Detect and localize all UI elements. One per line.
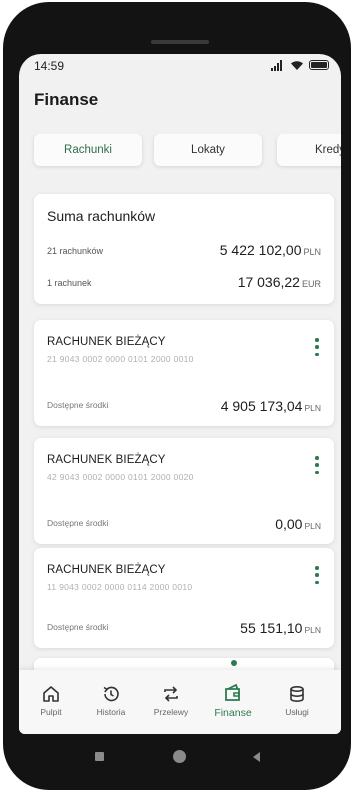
status-bar: 14:59 <box>19 54 341 78</box>
balance-value: 4 905 173,04 <box>220 398 303 414</box>
balance-currency: PLN <box>304 403 321 413</box>
status-time: 14:59 <box>34 59 65 73</box>
recent-apps-icon[interactable] <box>95 752 104 761</box>
wifi-icon <box>291 60 303 70</box>
transfer-icon <box>164 686 178 702</box>
summary-amount-value: 5 422 102,00 <box>219 242 302 258</box>
nav-przelewy[interactable]: Przelewy <box>143 684 199 717</box>
account-card[interactable]: RACHUNEK BIEŻĄCY 21 9043 0002 0000 0101 … <box>34 320 334 426</box>
summary-currency: EUR <box>301 279 321 289</box>
available-funds-label: Dostępne środki <box>47 400 109 410</box>
account-balance: 4 905 173,04 PLN <box>221 398 321 414</box>
tab-kredyty[interactable]: Kredy <box>277 134 341 166</box>
account-name: RACHUNEK BIEŻĄCY <box>47 454 166 466</box>
services-icon <box>290 685 304 702</box>
bottom-navigation: Pulpit Historia Przelewy Finanse Usługi <box>19 670 341 734</box>
account-name: RACHUNEK BIEŻĄCY <box>47 336 166 348</box>
app-screen: 14:59 Finanse Rachunki Lokaty Kredy Suma… <box>19 54 341 734</box>
account-number: 21 9043 0002 0000 0101 2000 0010 <box>47 354 194 364</box>
summary-currency: PLN <box>303 247 321 257</box>
phone-speaker <box>151 40 209 44</box>
balance-value: 55 151,10 <box>240 620 303 636</box>
summary-row-label: 1 rachunek <box>47 278 92 288</box>
active-indicator <box>231 660 237 666</box>
available-funds-label: Dostępne środki <box>47 622 109 632</box>
account-balance: 0,00 PLN <box>275 516 321 532</box>
nav-label: Historia <box>96 707 126 717</box>
more-options-icon[interactable] <box>314 456 320 474</box>
nav-uslugi[interactable]: Usługi <box>269 684 325 717</box>
summary-amount-value: 17 036,22 <box>237 274 300 290</box>
phone-frame: 14:59 Finanse Rachunki Lokaty Kredy Suma… <box>3 2 351 790</box>
account-number: 11 9043 0002 0000 0114 2000 0010 <box>47 582 193 592</box>
summary-title: Suma rachunków <box>47 208 156 224</box>
account-name: RACHUNEK BIEŻĄCY <box>47 564 166 576</box>
available-funds-label: Dostępne środki <box>47 518 109 528</box>
accounts-summary-card: Suma rachunków 21 rachunków 5 422 102,00… <box>34 194 334 304</box>
home-system-icon[interactable] <box>173 750 186 763</box>
account-card[interactable]: RACHUNEK BIEŻĄCY 42 9043 0002 0000 0101 … <box>34 438 334 544</box>
battery-icon <box>309 60 329 70</box>
nav-pulpit[interactable]: Pulpit <box>23 684 79 717</box>
nav-label: Usługi <box>285 707 309 717</box>
balance-currency: PLN <box>304 625 321 635</box>
nav-historia[interactable]: Historia <box>83 684 139 717</box>
signal-icon <box>271 59 285 71</box>
history-icon <box>103 686 119 702</box>
account-balance: 55 151,10 PLN <box>240 620 321 636</box>
page-title: Finanse <box>34 90 99 109</box>
nav-finanse[interactable]: Finanse <box>205 682 261 719</box>
summary-row-amount: 5 422 102,00 PLN <box>220 242 321 258</box>
back-icon[interactable] <box>251 751 261 763</box>
account-number: 42 9043 0002 0000 0101 2000 0020 <box>47 472 194 482</box>
more-options-icon[interactable] <box>314 566 320 584</box>
finance-icon <box>225 683 240 701</box>
balance-value: 0,00 <box>275 516 303 532</box>
balance-currency: PLN <box>304 521 321 531</box>
product-tabs: Rachunki Lokaty Kredy <box>19 134 341 170</box>
summary-row-amount: 17 036,22 EUR <box>238 274 321 290</box>
nav-label: Pulpit <box>40 707 62 717</box>
nav-label: Przelewy <box>153 707 189 717</box>
nav-label: Finanse <box>214 707 252 719</box>
summary-row-label: 21 rachunków <box>47 246 104 256</box>
status-icons <box>271 59 329 71</box>
tab-rachunki[interactable]: Rachunki <box>34 134 142 166</box>
tab-lokaty[interactable]: Lokaty <box>154 134 262 166</box>
account-card[interactable]: RACHUNEK BIEŻĄCY 11 9043 0002 0000 0114 … <box>34 548 334 648</box>
home-icon <box>43 686 59 702</box>
system-navigation-bar <box>19 740 341 774</box>
more-options-icon[interactable] <box>314 338 320 356</box>
